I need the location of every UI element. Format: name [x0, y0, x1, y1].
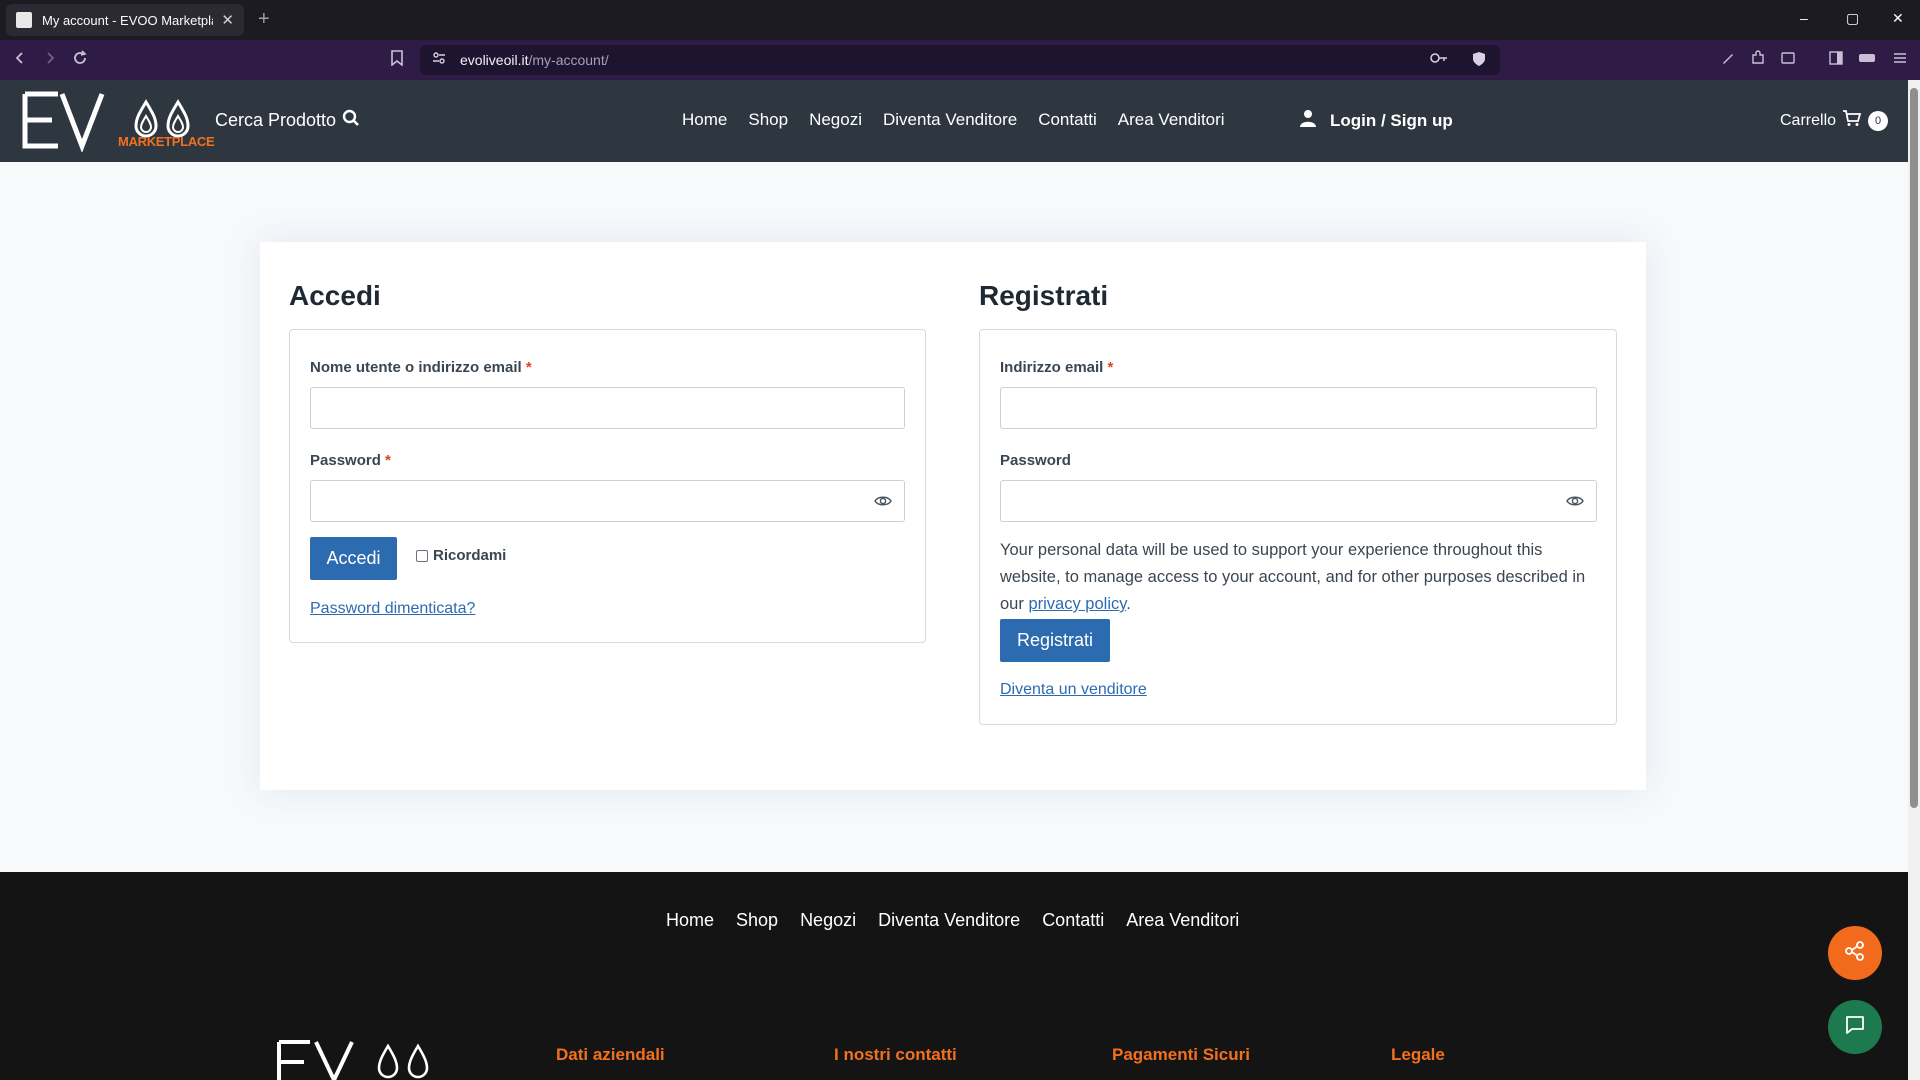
share-button[interactable] — [1828, 926, 1882, 980]
pen-icon[interactable] — [1720, 50, 1736, 72]
key-icon[interactable] — [1430, 51, 1448, 67]
screenshot-icon[interactable] — [1780, 50, 1796, 72]
login-label: Login / Sign up — [1330, 110, 1453, 130]
browser-tab-bar: My account - EVOO Marketplace ✕ + – ▢ ✕ — [0, 0, 1920, 40]
eye-icon[interactable] — [1566, 492, 1584, 510]
footer-nav-contatti[interactable]: Contatti — [1042, 910, 1104, 931]
chat-button[interactable] — [1828, 1000, 1882, 1054]
footer-nav-diventa-venditore[interactable]: Diventa Venditore — [878, 910, 1020, 931]
shield-icon[interactable] — [1472, 51, 1486, 70]
username-input[interactable] — [310, 387, 905, 429]
footer-nav-negozi[interactable]: Negozi — [800, 910, 856, 931]
footer-heading-pagamenti: Pagamenti Sicuri — [1112, 1045, 1250, 1064]
nav-shop[interactable]: Shop — [748, 110, 788, 130]
required-mark: * — [385, 452, 391, 469]
footer-heading-legale: Legale — [1391, 1045, 1445, 1064]
login-password-input[interactable] — [310, 480, 905, 522]
nav-contatti[interactable]: Contatti — [1038, 110, 1097, 130]
user-icon — [1300, 109, 1316, 132]
site-logo[interactable]: MARKETPLACE — [22, 90, 215, 153]
remember-me[interactable]: Ricordami — [416, 547, 506, 564]
chat-icon — [1844, 1014, 1866, 1041]
remember-label: Ricordami — [433, 547, 507, 564]
login-button[interactable]: Accedi — [310, 537, 397, 580]
profile-icon[interactable] — [1858, 50, 1876, 70]
become-vendor-link[interactable]: Diventa un venditore — [1000, 681, 1147, 699]
email-label: Indirizzo email * — [1000, 359, 1114, 376]
eye-icon[interactable] — [874, 492, 892, 510]
login-signup-link[interactable]: Login / Sign up — [1300, 109, 1453, 132]
maximize-button[interactable]: ▢ — [1846, 10, 1859, 27]
browser-toolbar: evoliveoil.it /my-account/ — [0, 40, 1920, 80]
remember-checkbox[interactable] — [416, 549, 428, 562]
privacy-policy-link[interactable]: privacy policy — [1028, 595, 1126, 613]
required-mark: * — [1107, 359, 1114, 376]
privacy-notice: Your personal data will be used to suppo… — [1000, 541, 1586, 613]
footer-heading-dati-aziendali: Dati aziendali — [556, 1045, 665, 1064]
logo-subtitle: MARKETPLACE — [118, 134, 215, 149]
nav-home[interactable]: Home — [682, 110, 727, 130]
login-title: Accedi — [289, 280, 381, 311]
forward-icon[interactable] — [42, 50, 58, 72]
sidebar-icon[interactable] — [1828, 50, 1844, 72]
extensions-icon[interactable] — [1750, 50, 1766, 72]
menu-icon[interactable] — [1892, 50, 1908, 72]
search-icon — [342, 109, 360, 132]
footer-heading-contatti: I nostri contatti — [834, 1045, 957, 1064]
required-mark: * — [525, 359, 532, 376]
footer-nav-area-venditori[interactable]: Area Venditori — [1126, 910, 1239, 931]
tab-title: My account - EVOO Marketplace — [42, 12, 214, 28]
search-label: Cerca Prodotto — [215, 110, 337, 130]
footer-nav: Home Shop Negozi Diventa Venditore Conta… — [666, 910, 1239, 931]
scrollbar-thumb[interactable] — [1910, 88, 1918, 808]
login-password-label: Password * — [310, 452, 391, 469]
register-title: Registrati — [979, 280, 1109, 311]
new-tab-button[interactable]: + — [258, 8, 270, 30]
url-path: /my-account/ — [528, 52, 609, 68]
url-host: evoliveoil.it — [460, 52, 529, 68]
nav-diventa-venditore[interactable]: Diventa Venditore — [883, 110, 1017, 130]
footer-logo[interactable] — [276, 1038, 436, 1080]
nav-area-venditori[interactable]: Area Venditori — [1118, 110, 1225, 130]
nav-negozi[interactable]: Negozi — [809, 110, 862, 130]
email-input[interactable] — [1000, 387, 1597, 429]
reload-icon[interactable] — [72, 50, 88, 72]
tab-close-icon[interactable]: ✕ — [221, 11, 234, 29]
search-toggle[interactable]: Cerca Prodotto — [215, 109, 360, 132]
page-scrollbar[interactable] — [1908, 80, 1920, 1080]
minimize-button[interactable]: – — [1800, 10, 1808, 26]
site-settings-icon[interactable] — [432, 51, 446, 70]
username-label: Nome utente o indirizzo email * — [310, 359, 532, 376]
register-button[interactable]: Registrati — [1000, 619, 1110, 662]
site-footer: Home Shop Negozi Diventa Venditore Conta… — [0, 872, 1908, 1080]
forgot-password-link[interactable]: Password dimenticata? — [310, 600, 475, 618]
cart-icon — [1842, 109, 1862, 132]
cart-count-badge: 0 — [1868, 110, 1889, 131]
address-bar[interactable]: evoliveoil.it /my-account/ — [420, 45, 1500, 75]
bookmark-icon[interactable] — [390, 50, 404, 72]
register-password-label: Password — [1000, 452, 1071, 469]
close-window-button[interactable]: ✕ — [1892, 10, 1904, 27]
share-icon — [1844, 940, 1866, 967]
browser-tab-active[interactable]: My account - EVOO Marketplace ✕ — [6, 4, 244, 36]
cart-link[interactable]: Carrello 0 — [1780, 109, 1889, 132]
cart-label: Carrello — [1780, 111, 1837, 129]
register-password-input[interactable] — [1000, 480, 1597, 522]
main-nav: Home Shop Negozi Diventa Venditore Conta… — [682, 110, 1225, 130]
back-icon[interactable] — [12, 50, 28, 72]
footer-nav-home[interactable]: Home — [666, 910, 714, 931]
site-header: MARKETPLACE Cerca Prodotto Home Shop Neg… — [0, 80, 1908, 162]
favicon-icon — [16, 12, 32, 28]
footer-nav-shop[interactable]: Shop — [736, 910, 778, 931]
main-content — [0, 162, 1908, 872]
